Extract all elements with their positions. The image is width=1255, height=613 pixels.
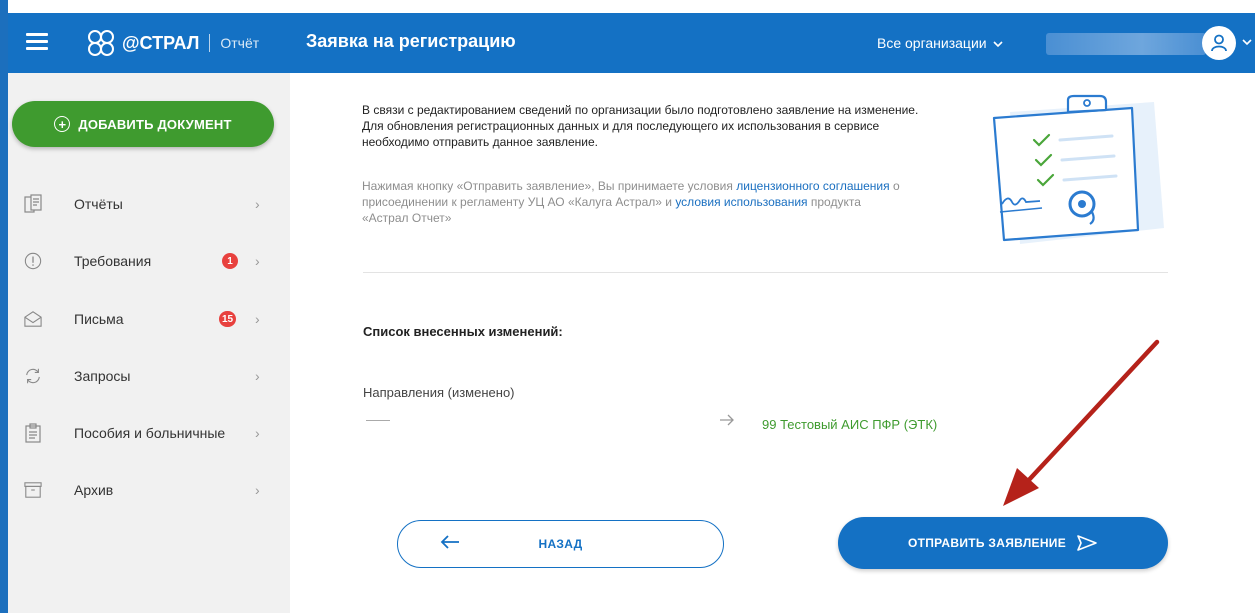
annotation-arrow bbox=[1003, 339, 1160, 506]
add-document-label: ДОБАВИТЬ ДОКУМЕНТ bbox=[78, 116, 232, 132]
logo-knot-icon bbox=[88, 30, 114, 56]
avatar-chevron-icon[interactable] bbox=[1242, 35, 1252, 49]
old-value-empty bbox=[366, 420, 390, 421]
sidebar-item-requirements[interactable]: Требования 1 › bbox=[8, 241, 290, 281]
sidebar-item-letters[interactable]: Письма 15 › bbox=[8, 299, 290, 339]
hamburger-menu-icon[interactable] bbox=[26, 33, 48, 51]
plus-circle-icon: + bbox=[54, 116, 71, 132]
sidebar-item-label: Письма bbox=[74, 311, 124, 327]
send-application-button[interactable]: ОТПРАВИТЬ ЗАЯВЛЕНИЕ bbox=[838, 517, 1168, 569]
sidebar-item-reports[interactable]: Отчёты › bbox=[8, 184, 290, 224]
new-value: 99 Тестовый АИС ПФР (ЭТК) bbox=[762, 417, 938, 432]
user-icon bbox=[1211, 34, 1227, 52]
terms-text: Нажимая кнопку «Отправить заявление», Вы… bbox=[362, 178, 902, 226]
send-icon bbox=[1077, 535, 1097, 551]
back-button[interactable]: НАЗАД bbox=[397, 520, 724, 568]
avatar[interactable] bbox=[1202, 26, 1236, 60]
chevron-right-icon: › bbox=[255, 368, 260, 384]
license-agreement-link[interactable]: лицензионного соглашения bbox=[736, 179, 889, 193]
sidebar-item-benefits[interactable]: Пособия и больничные › bbox=[8, 413, 290, 453]
notification-badge: 1 bbox=[222, 253, 238, 269]
logo-brand: @СТРАЛ bbox=[122, 32, 200, 53]
top-bar: @СТРАЛ Отчёт Заявка на регистрацию Все о… bbox=[8, 13, 1255, 73]
terms-of-use-link[interactable]: условия использования bbox=[675, 195, 807, 209]
section-divider bbox=[363, 272, 1168, 273]
logo-product: Отчёт bbox=[220, 35, 260, 51]
chevron-down-icon bbox=[993, 41, 1004, 48]
notification-badge: 15 bbox=[219, 311, 237, 327]
org-selector-label: Все организации bbox=[877, 35, 987, 51]
changes-list-title: Список внесенных изменений: bbox=[363, 324, 563, 339]
arrow-right-icon bbox=[719, 413, 735, 430]
chevron-right-icon: › bbox=[255, 196, 260, 212]
sidebar-item-label: Запросы bbox=[74, 368, 131, 384]
envelope-icon bbox=[24, 309, 42, 329]
sidebar-item-label: Требования bbox=[74, 253, 152, 269]
sidebar-item-queries[interactable]: Запросы › bbox=[8, 356, 290, 396]
sidebar-item-label: Архив bbox=[74, 482, 114, 498]
clipboard-illustration bbox=[992, 94, 1164, 244]
user-name-blurred[interactable] bbox=[1046, 33, 1206, 55]
refresh-icon bbox=[24, 366, 42, 386]
chevron-right-icon: › bbox=[255, 425, 260, 441]
sidebar: + ДОБАВИТЬ ДОКУМЕНТ Отчёты › Требования … bbox=[8, 73, 290, 613]
page-title: Заявка на регистрацию bbox=[306, 31, 516, 51]
chevron-right-icon: › bbox=[255, 253, 260, 269]
chevron-right-icon: › bbox=[255, 311, 260, 327]
sidebar-item-label: Отчёты bbox=[74, 196, 123, 212]
changed-field-label: Направления (изменено) bbox=[363, 385, 515, 400]
terms-part-1: Нажимая кнопку «Отправить заявление», Вы… bbox=[362, 179, 737, 193]
back-button-label: НАЗАД bbox=[538, 537, 583, 551]
app-logo[interactable]: @СТРАЛ Отчёт bbox=[86, 23, 259, 63]
chevron-right-icon: › bbox=[255, 482, 260, 498]
clipboard-icon bbox=[24, 423, 42, 443]
window-left-edge bbox=[0, 0, 8, 613]
intro-text: В связи с редактированием сведений по ор… bbox=[362, 103, 919, 149]
sidebar-item-label: Пособия и больничные bbox=[74, 425, 226, 441]
org-selector[interactable]: Все организации bbox=[877, 35, 1004, 51]
reports-icon bbox=[24, 194, 42, 214]
logo-separator bbox=[209, 34, 211, 52]
sidebar-item-archive[interactable]: Архив › bbox=[8, 470, 290, 510]
send-button-label: ОТПРАВИТЬ ЗАЯВЛЕНИЕ bbox=[907, 536, 1067, 550]
add-document-button[interactable]: + ДОБАВИТЬ ДОКУМЕНТ bbox=[12, 101, 274, 147]
alert-circle-icon bbox=[24, 251, 42, 271]
archive-icon bbox=[24, 480, 42, 500]
